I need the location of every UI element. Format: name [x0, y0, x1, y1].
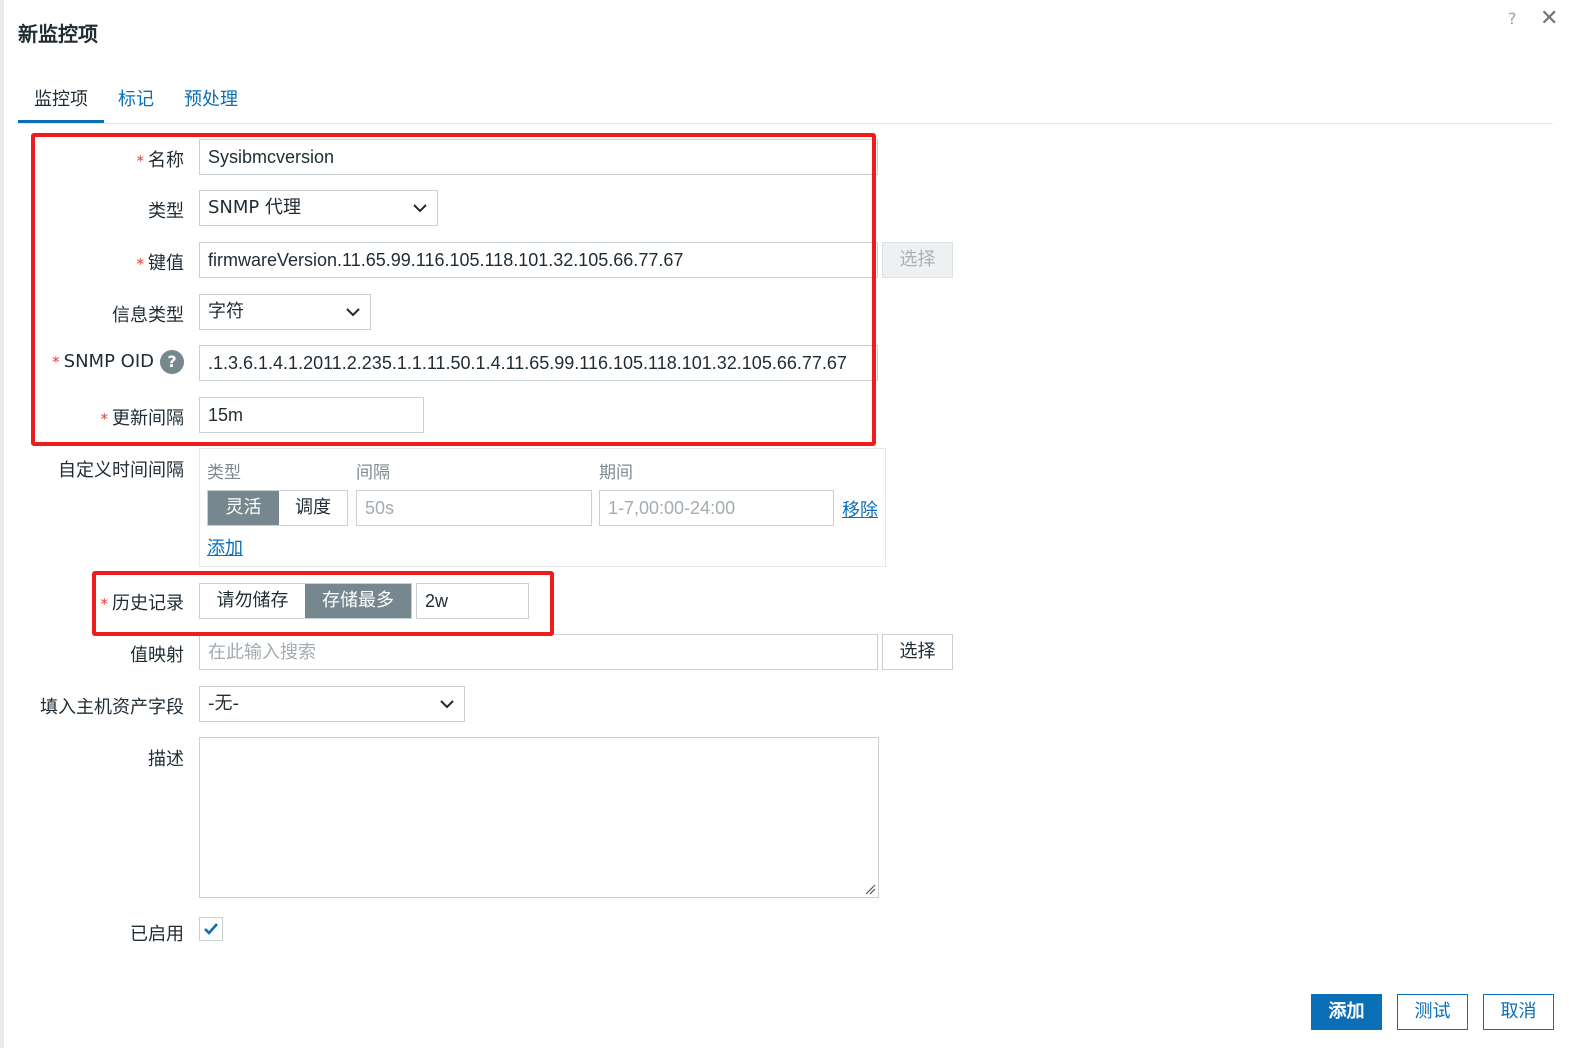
type-select[interactable]: SNMP 代理	[199, 190, 438, 226]
column-type-label: 类型	[207, 463, 241, 483]
description-textarea[interactable]	[199, 737, 879, 898]
test-button[interactable]: 测试	[1397, 994, 1468, 1030]
history-label: * 历史记录	[100, 593, 185, 614]
value-map-select-button[interactable]: 选择	[882, 634, 953, 670]
remove-interval-link[interactable]: 移除	[842, 496, 878, 522]
chevron-down-icon	[413, 191, 427, 213]
history-mode-toggle: 请勿储存 存储最多	[199, 583, 412, 619]
key-label: * 键值	[136, 253, 185, 274]
key-select-button[interactable]: 选择	[882, 242, 953, 278]
enabled-label: 已启用	[130, 924, 184, 945]
add-button[interactable]: 添加	[1311, 994, 1382, 1030]
cancel-button[interactable]: 取消	[1483, 994, 1554, 1030]
column-period-label: 期间	[599, 463, 633, 483]
add-interval-link[interactable]: 添加	[207, 534, 243, 560]
inventory-label: 填入主机资产字段	[40, 697, 184, 718]
store-up-to-option[interactable]: 存储最多	[305, 584, 411, 618]
description-label: 描述	[148, 749, 184, 770]
background-edge	[0, 0, 4, 1048]
custom-period-input[interactable]: 1-7,00:00-24:00	[599, 490, 834, 526]
question-icon[interactable]: ?	[160, 350, 184, 374]
enabled-checkbox[interactable]	[199, 917, 223, 941]
interval-type-toggle: 灵活 调度	[207, 490, 348, 526]
do-not-store-option[interactable]: 请勿储存	[200, 584, 305, 618]
snmp-oid-label: * SNMP OID?	[52, 350, 184, 374]
close-icon[interactable]: ✕	[1540, 6, 1558, 31]
chevron-down-icon	[440, 687, 454, 709]
name-input[interactable]: Sysibmcversion	[199, 139, 878, 175]
update-interval-label: * 更新间隔	[100, 408, 185, 429]
inventory-select[interactable]: -无-	[199, 686, 465, 722]
flexible-option[interactable]: 灵活	[208, 491, 279, 525]
info-type-select[interactable]: 字符	[199, 294, 371, 330]
tab-preprocessing[interactable]: 预处理	[168, 86, 254, 123]
resize-handle-icon[interactable]	[865, 884, 876, 895]
custom-interval-input[interactable]: 50s	[356, 490, 592, 526]
type-label: 类型	[148, 201, 184, 222]
tab-bar: 监控项 标记 预处理	[18, 86, 1553, 124]
name-label: * 名称	[136, 150, 185, 171]
history-input[interactable]: 2w	[416, 583, 529, 619]
checkmark-icon	[204, 923, 218, 935]
key-input[interactable]: firmwareVersion.11.65.99.116.105.118.101…	[199, 242, 878, 278]
update-interval-input[interactable]: 15m	[199, 397, 424, 433]
highlight-box-main-fields	[31, 133, 876, 446]
scheduling-option[interactable]: 调度	[279, 491, 347, 525]
column-interval-label: 间隔	[356, 463, 390, 483]
info-type-label: 信息类型	[112, 305, 184, 326]
dialog-title: 新监控项	[18, 22, 98, 46]
help-icon[interactable]: ?	[1508, 9, 1517, 28]
value-map-input[interactable]: 在此输入搜索	[199, 634, 878, 670]
tab-tags[interactable]: 标记	[102, 86, 170, 123]
tab-item[interactable]: 监控项	[18, 86, 104, 123]
value-map-label: 值映射	[130, 645, 184, 666]
custom-intervals-label: 自定义时间间隔	[58, 460, 184, 481]
chevron-down-icon	[346, 295, 360, 317]
snmp-oid-input[interactable]: .1.3.6.1.4.1.2011.2.235.1.1.11.50.1.4.11…	[199, 345, 878, 381]
